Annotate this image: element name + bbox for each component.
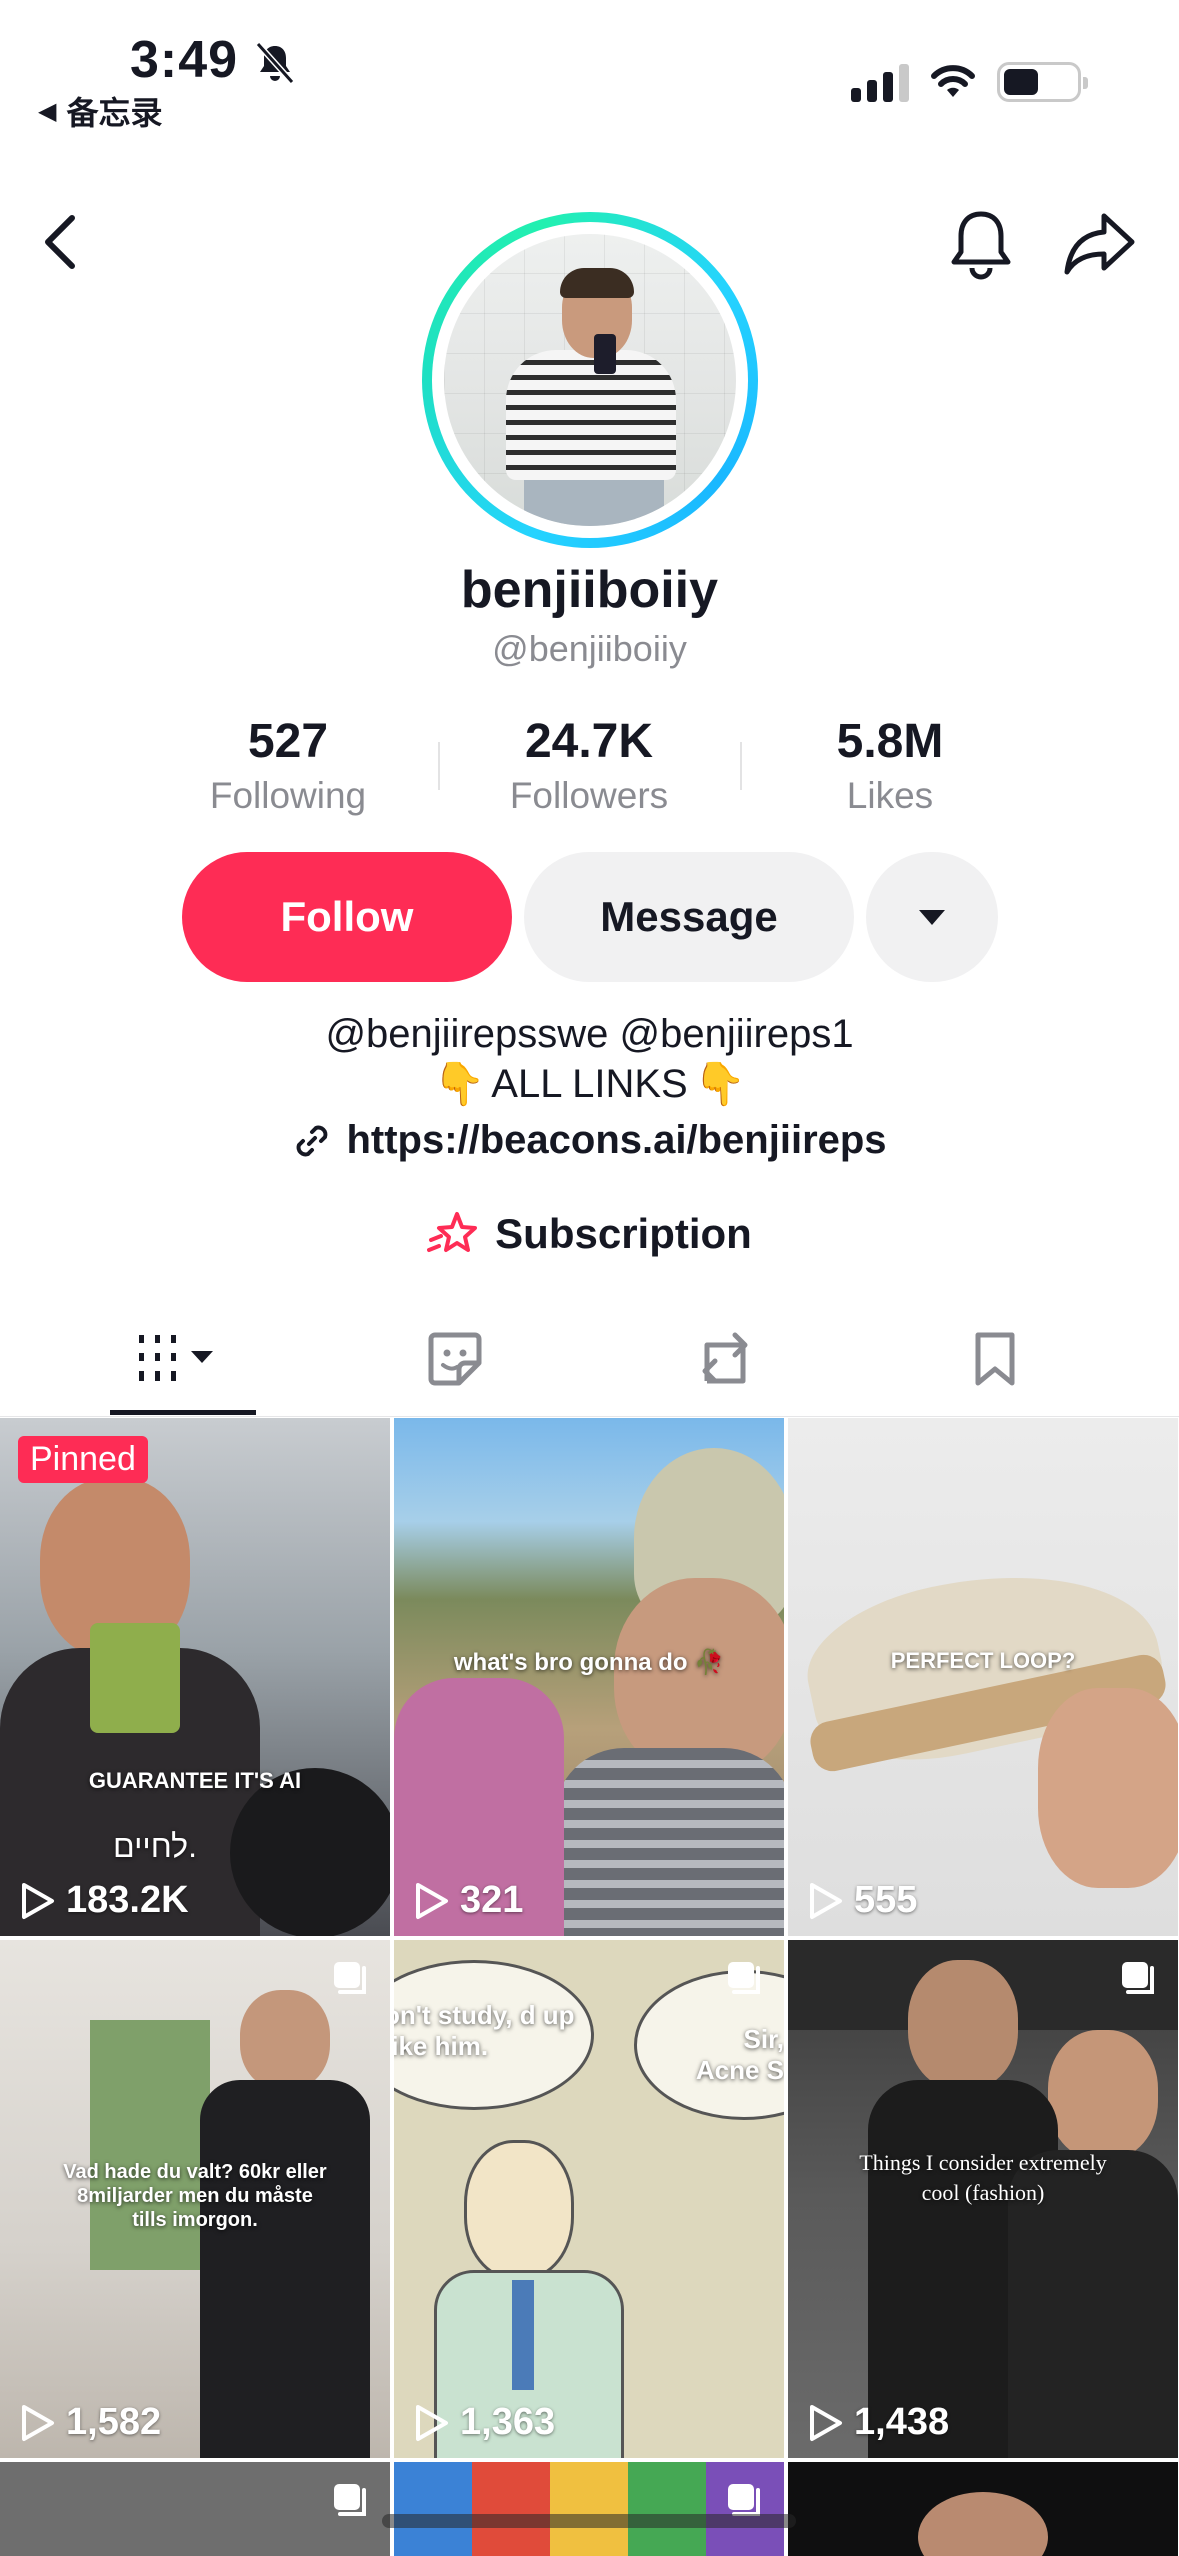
video-thumbnail[interactable] (0, 2462, 390, 2556)
stat-followers[interactable]: 24.7K Followers (449, 714, 729, 817)
view-count-value: 555 (854, 1879, 918, 1921)
video-thumbnail[interactable]: Pinned GUARANTEE IT'S AI לחיים. 183.2K (0, 1418, 390, 1936)
video-caption: GUARANTEE IT'S AI (88, 1768, 302, 1793)
video-caption: Things I consider extremely cool (fashio… (859, 2150, 1107, 2205)
battery-icon (997, 62, 1088, 102)
status-indicators (851, 62, 1088, 102)
tab-videos[interactable] (103, 1320, 263, 1398)
play-icon (416, 1882, 448, 1919)
message-button[interactable]: Message (524, 852, 854, 982)
bio-mentions: @benjiirepsswe @benjiireps1 (325, 1012, 854, 1056)
tabs-divider (0, 1416, 1179, 1417)
subscription-button[interactable]: Subscription (0, 1210, 1179, 1258)
video-caption: Vad hade du valt? 60kr eller 8miljarder … (63, 2161, 327, 2231)
bio-link[interactable]: https://beacons.ai/benjiireps (0, 1118, 1179, 1163)
following-label: Following (209, 775, 367, 816)
link-icon (297, 1125, 328, 1156)
play-icon (810, 2404, 842, 2441)
play-icon (416, 2404, 448, 2441)
view-count-value: 321 (460, 1879, 524, 1921)
back-icon[interactable] (36, 212, 88, 272)
bio-links-line: 👇 ALL LINKS 👇 (0, 1060, 1179, 1109)
view-count-value: 1,582 (66, 2401, 162, 2443)
followers-count: 24.7K (524, 715, 654, 768)
video-thumbnail[interactable]: Vad hade du valt? 60kr eller 8miljarder … (0, 1940, 390, 2458)
sticker-smile-icon (428, 1332, 482, 1386)
view-count: 321 (412, 1879, 523, 1922)
tab-reposts[interactable] (645, 1320, 805, 1398)
subscription-label: Subscription (495, 1210, 752, 1257)
view-count: 1,438 (806, 2401, 949, 2444)
multi-photo-icon (1118, 1958, 1158, 1998)
back-to-app[interactable]: ◀ 备忘录 (38, 88, 162, 134)
follow-button[interactable]: Follow (182, 852, 512, 982)
share-icon[interactable] (1062, 210, 1138, 276)
pointing-down-emoji-icon: 👇 (433, 1060, 486, 1107)
multi-photo-icon (330, 1958, 370, 1998)
view-count-value: 1,363 (460, 2401, 556, 2443)
multi-photo-icon (724, 1958, 764, 1998)
likes-label: Likes (846, 775, 934, 816)
wifi-icon (931, 65, 975, 97)
view-count: 1,363 (412, 2401, 555, 2444)
avatar-story-ring[interactable] (422, 212, 758, 548)
bell-icon[interactable] (945, 206, 1017, 280)
username-handle: @benjiiboiiy (492, 628, 687, 669)
video-caption-secondary: Sir, Acne S (695, 2024, 784, 2085)
bell-off-icon (255, 41, 295, 85)
tab-liked[interactable] (375, 1320, 535, 1398)
video-thumbnail[interactable]: what's bro gonna do 🥀 321 (394, 1418, 784, 1936)
more-options-button[interactable] (866, 852, 998, 982)
repost-icon (702, 1332, 748, 1384)
active-tab-indicator (110, 1410, 256, 1415)
bio-all-links: ALL LINKS (491, 1062, 688, 1106)
video-thumbnail[interactable]: PERFECT LOOP? 555 (788, 1418, 1178, 1936)
video-thumbnail[interactable] (788, 2462, 1178, 2556)
stat-divider (438, 742, 440, 790)
bookmark-icon (975, 1332, 1015, 1386)
video-caption-secondary: לחיים. (113, 1828, 197, 1864)
multi-photo-icon (330, 2480, 370, 2520)
bio-link-url: https://beacons.ai/benjiireps (346, 1118, 887, 1162)
stat-likes[interactable]: 5.8M Likes (750, 714, 1030, 817)
subscription-star-icon (427, 1212, 478, 1252)
pinned-badge: Pinned (18, 1436, 148, 1483)
likes-count: 5.8M (836, 715, 944, 768)
stat-following[interactable]: 527 Following (148, 714, 428, 817)
video-thumbnail[interactable]: Things I consider extremely cool (fashio… (788, 1940, 1178, 2458)
caret-down-icon (919, 909, 945, 925)
video-caption: on't study, d up like him. (394, 2000, 575, 2061)
video-thumbnail[interactable] (394, 2462, 784, 2556)
display-name: benjiiboiiy (460, 561, 719, 619)
play-icon (22, 1882, 54, 1919)
play-icon (22, 2404, 54, 2441)
view-count-value: 1,438 (854, 2401, 950, 2443)
avatar (444, 234, 736, 526)
followers-label: Followers (509, 775, 669, 816)
stat-divider (740, 742, 742, 790)
videos-grid-icon (139, 1335, 213, 1383)
status-time: 3:49 (130, 31, 239, 89)
cellular-signal-icon (851, 62, 909, 102)
video-thumbnail[interactable]: on't study, d up like him. Sir, Acne S 1… (394, 1940, 784, 2458)
view-count: 183.2K (18, 1879, 189, 1922)
following-count: 527 (247, 715, 329, 768)
video-caption: PERFECT LOOP? (890, 1648, 1076, 1673)
view-count: 1,582 (18, 2401, 161, 2444)
home-indicator[interactable] (382, 2514, 796, 2528)
view-count: 555 (806, 1879, 917, 1922)
pointing-down-emoji-icon: 👇 (693, 1060, 746, 1107)
view-count-value: 183.2K (66, 1879, 189, 1921)
video-caption: what's bro gonna do 🥀 (453, 1649, 725, 1676)
back-triangle-icon: ◀ (38, 97, 57, 125)
tab-favorites[interactable] (915, 1320, 1075, 1398)
back-app-label: 备忘录 (66, 95, 163, 131)
play-icon (810, 1882, 842, 1919)
